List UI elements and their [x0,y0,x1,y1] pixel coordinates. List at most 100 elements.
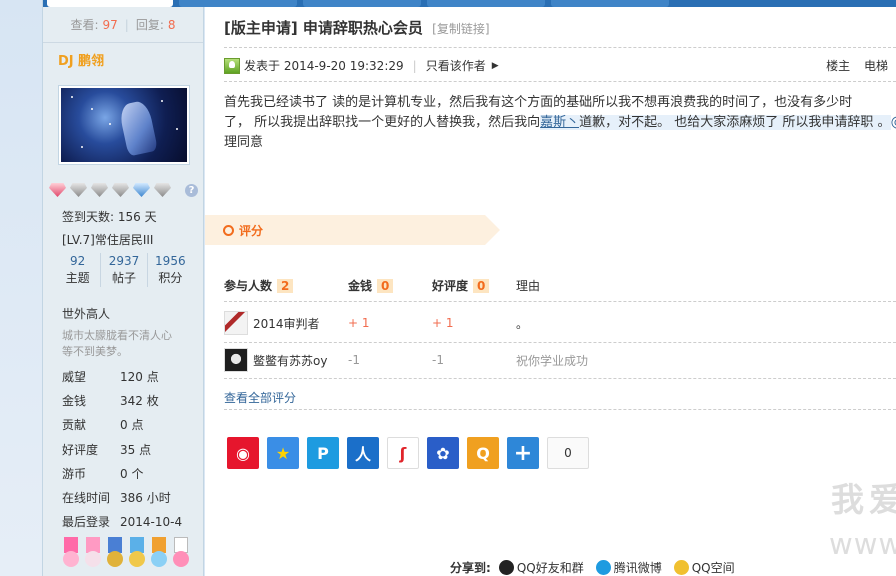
blue-gem-icon [133,183,150,197]
profile-key: 最后登录 [62,515,111,529]
avatar-star [161,100,163,102]
rating-reason: 祝你学业成功 [516,353,589,368]
tencent-weibo-share-icon[interactable]: P [307,437,339,469]
author-username[interactable]: DJ 鹏翎 [43,43,203,75]
profile-row: 金钱 342 枚 [62,393,197,409]
weibo-share-icon[interactable]: ◉ [227,437,259,469]
share-qq-friends[interactable]: QQ好友和群 [498,559,584,576]
share-tencent-weibo[interactable]: 腾讯微博 [595,559,662,576]
medal-icon[interactable] [61,537,81,571]
profile-value: 2014-10-4 [120,515,183,529]
share-target-label: 腾讯微博 [613,561,662,575]
share-to-label: 分享到: [450,561,491,575]
share-qzone[interactable]: QQ空间 [673,559,735,576]
rating-money: -1 [348,353,360,367]
thread-title-text: [版主申请] 申请辞职热心会员 [224,19,423,37]
help-icon[interactable]: ? [185,183,198,197]
content-text: 了， 所以我提出辞职找一个更好的人替换我，然后我向 [224,115,541,130]
col-participants: 参与人数 [224,279,273,293]
share-to-bar: 分享到: QQ好友和群 腾讯微博 QQ空间 [450,559,747,576]
rating-row: 2014审判者 + 1 + 1 。 [224,310,896,336]
qq-share-icon[interactable]: Q [467,437,499,469]
medal-icon[interactable] [105,537,125,571]
rating-header: 评分 [205,215,500,245]
user-level[interactable]: [LV.7]常住居民III [62,231,192,248]
medal-icon[interactable] [127,537,147,571]
checkin-days: 签到天数: 156 天 [62,210,157,224]
profile-key: 威望 [62,370,87,384]
nav-tab[interactable] [303,0,421,7]
content-line: 理同意 [224,135,264,150]
avatar-star [109,123,111,125]
divider [224,409,896,410]
stat-posts[interactable]: 2937 帖子 [101,253,148,287]
baidu-share-icon[interactable]: ✿ [427,437,459,469]
avatar-star [81,146,83,148]
medal-icon[interactable] [83,537,103,571]
medal-icon[interactable] [171,537,191,571]
view-all-ratings-link[interactable]: 查看全部评分 [224,389,296,406]
profile-value: 0 个 [120,467,144,481]
watermark-title: 我爱辅助论坛 [831,480,896,519]
profile-value: 35 点 [120,443,152,457]
profile-value: 0 点 [120,418,144,432]
rater-avatar[interactable] [224,348,248,372]
content-text: 道歉，对不起。 也给大家添麻烦了 所以我申请辞职 。 [579,115,891,130]
profile-row: 贡献 0 点 [62,417,197,433]
divider [224,378,896,379]
medal-list [61,537,191,571]
rating-table-header: 参与人数 2 金钱 0 好评度 0 理由 [224,277,896,294]
replies-count: 8 [167,17,176,32]
copy-link[interactable]: [复制链接] [432,22,489,36]
floor-label[interactable]: 楼主 [826,59,850,73]
signature-line-1: 城市太朦胧看不清人心 [62,329,172,342]
watermark-url: www.52fzba.com [829,527,896,561]
qzone-star-share-icon[interactable]: ★ [267,437,299,469]
user-stats: 92 主题 2937 帖子 1956 积分 [55,253,193,287]
post-time: 发表于 2014-9-20 19:32:29 [244,59,404,73]
stat-points[interactable]: 1956 积分 [148,253,193,287]
top-nav-strip [43,0,896,7]
col-money: 金钱 [348,279,373,293]
views-count: 97 [102,17,118,32]
at-mention[interactable]: @ [891,115,896,130]
author-avatar[interactable] [59,86,189,164]
rater-avatar[interactable] [224,311,248,335]
user-mention-link[interactable]: 嘉斯丶 [540,115,580,130]
nav-tab-active[interactable] [47,0,173,7]
profile-row: 在线时间 386 小时 [62,490,197,506]
rater-name[interactable]: 鳖鳖有苏苏oy [253,352,327,369]
money-count: 0 [377,279,394,293]
nav-tab[interactable] [179,0,297,7]
rater-name[interactable]: 2014审判者 [253,315,320,332]
stat-label: 主题 [65,271,90,285]
medal-icon[interactable] [149,537,169,571]
rank-gems: ? [49,183,198,197]
rating-circle-icon [223,224,234,236]
netease-share-icon[interactable]: ʃ [387,437,419,469]
rating-title: 评分 [239,223,264,238]
only-author-link[interactable]: 只看该作者 [426,57,486,74]
profile-value: 342 枚 [120,394,159,408]
content-line: 了， 所以我提出辞职找一个更好的人替换我，然后我向嘉斯丶道歉，对不起。 也给大家… [224,113,896,133]
renren-share-icon[interactable]: 人 [347,437,379,469]
rating-reputation: -1 [432,353,444,367]
post-meta: 发表于 2014-9-20 19:32:29 | 只看该作者 ▶ 楼主 电梯 [224,57,896,74]
stat-topics[interactable]: 92 主题 [55,253,102,287]
nav-tab[interactable] [427,0,545,7]
online-status-icon [224,57,240,74]
signature-line-2: 等不到美梦。 [62,345,128,358]
avatar-star [71,96,73,98]
post-main: [版主申请] 申请辞职热心会员 [复制链接] 发表于 2014-9-20 19:… [205,7,896,576]
elevator-link[interactable]: 电梯 [864,59,888,73]
play-arrow-icon[interactable]: ▶ [492,61,499,71]
nav-tab[interactable] [551,0,669,7]
qzone-icon [673,560,689,575]
stat-value: 1956 [155,254,186,268]
share-target-label: QQ好友和群 [516,561,584,575]
divider [224,47,896,48]
profile-value: 120 点 [120,370,159,384]
more-share-icon[interactable]: + [507,437,539,469]
silver-gem-icon [91,183,108,197]
divider [224,342,896,343]
